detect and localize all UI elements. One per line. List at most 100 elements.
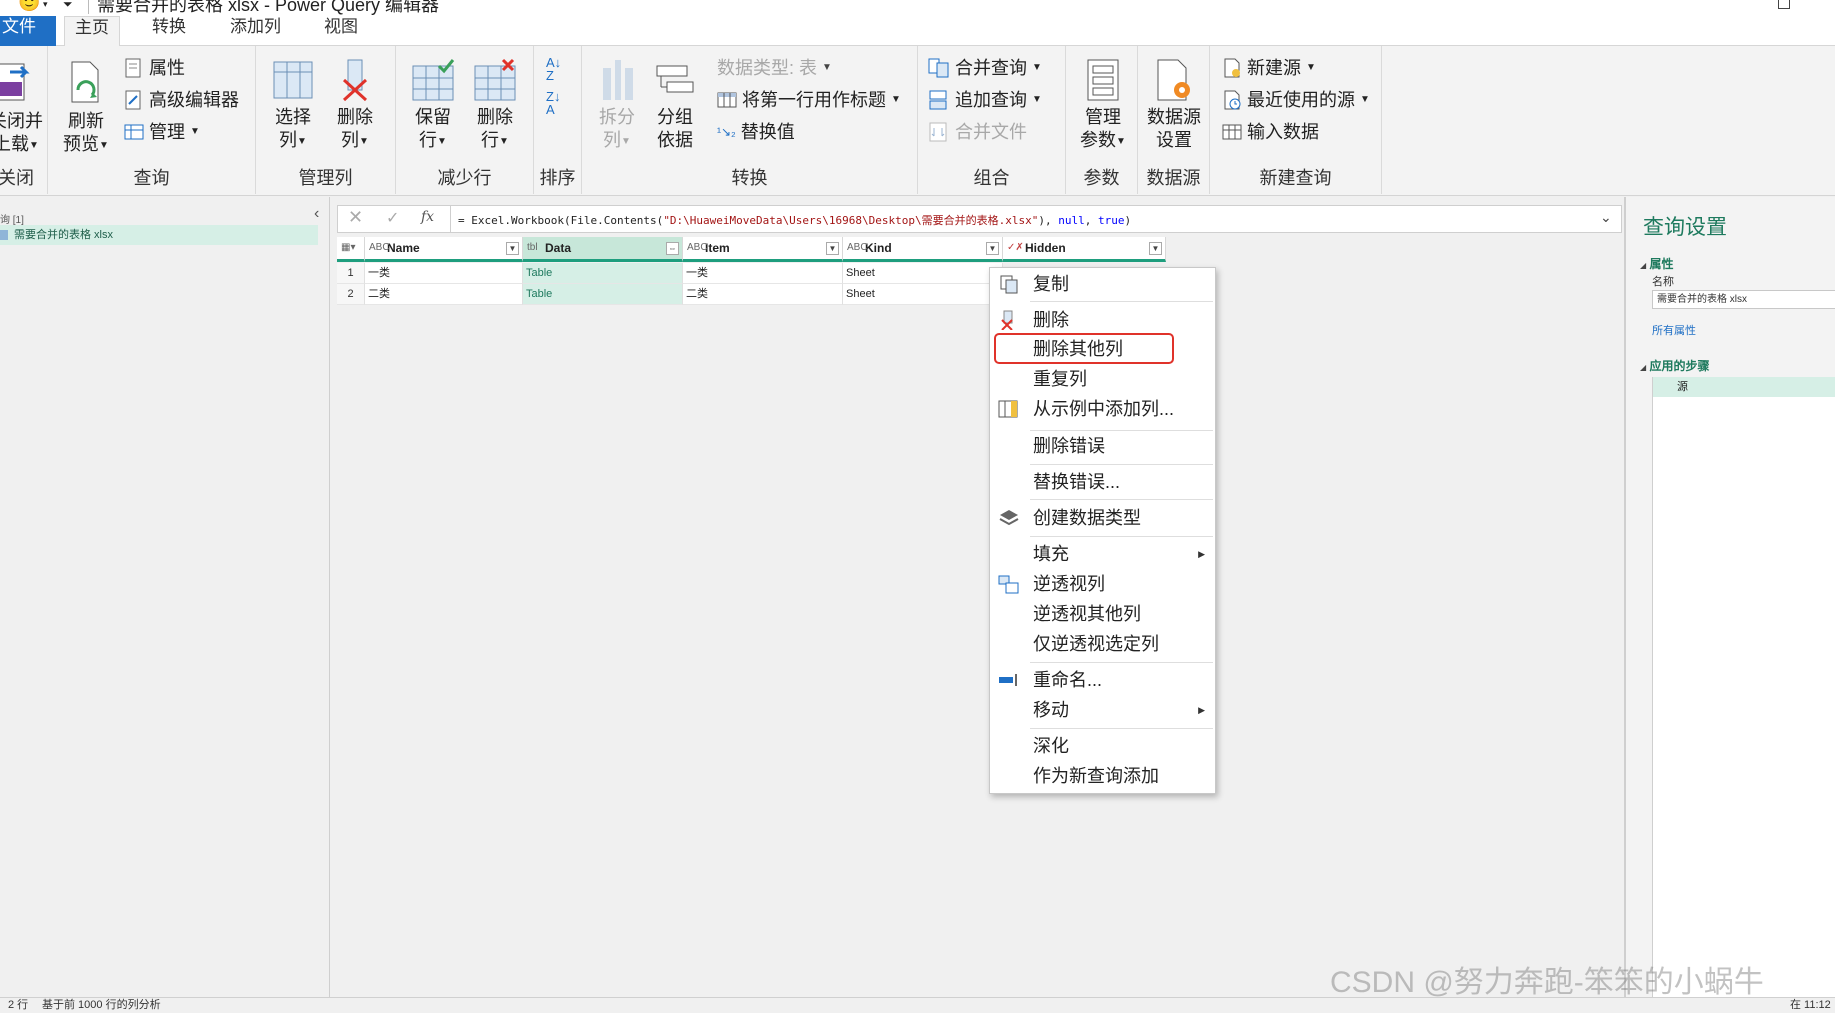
menu-item-unpivot-columns[interactable]: 逆透视列 <box>990 570 1215 598</box>
tab-file[interactable]: 文件 <box>0 16 56 46</box>
table-header-icon <box>717 92 737 108</box>
chevron-down-icon: ▼ <box>99 139 109 151</box>
table-corner-button[interactable]: ▦▾ <box>337 237 365 262</box>
append-queries-button[interactable]: 追加查询 ▼ <box>928 88 1042 112</box>
filter-dropdown-icon[interactable]: ▼ <box>826 242 839 255</box>
merge-queries-icon <box>928 58 949 78</box>
column-header-name[interactable]: ABC Name ▼ <box>365 237 523 262</box>
menu-item-remove[interactable]: 删除 <box>990 306 1215 334</box>
query-name-input[interactable]: 需要合并的表格 xlsx <box>1652 290 1835 309</box>
column-header-hidden[interactable]: ✓✗ Hidden ▼ <box>1003 237 1166 262</box>
properties-section[interactable]: ◢ 属性 <box>1640 255 1674 272</box>
close-and-load-button[interactable]: 关闭并 上载▼ <box>0 58 46 157</box>
cell-name[interactable]: 一类 <box>365 263 523 284</box>
confirm-formula-icon[interactable]: ✓ <box>386 208 399 228</box>
cell-item[interactable]: 二类 <box>683 284 843 305</box>
menu-item-move[interactable]: 移动 ▶ <box>990 696 1215 724</box>
chevron-down-icon: ▼ <box>1032 94 1042 105</box>
tab-view[interactable]: 视图 <box>314 16 368 46</box>
recent-sources-button[interactable]: 最近使用的源 ▼ <box>1222 88 1370 112</box>
menu-separator <box>1030 430 1213 431</box>
tab-transform[interactable]: 转换 <box>142 16 196 46</box>
menu-item-add-as-new-query[interactable]: 作为新查询添加 <box>990 762 1215 790</box>
menu-item-rename[interactable]: 重命名... <box>990 666 1215 694</box>
all-properties-link[interactable]: 所有属性 <box>1652 322 1696 338</box>
cell-data[interactable]: Table <box>523 263 683 284</box>
menu-item-remove-errors[interactable]: 删除错误 <box>990 432 1215 460</box>
data-source-settings-button[interactable]: 数据源 设置 <box>1144 58 1204 152</box>
quick-access-dropdown-icon[interactable]: ⏷ <box>63 0 73 12</box>
refresh-preview-button[interactable]: 刷新 预览▼ <box>58 58 114 157</box>
properties-button[interactable]: 属性 <box>124 56 185 80</box>
restore-window-icon[interactable] <box>1778 0 1790 9</box>
group-label-manage-columns: 管理列 <box>298 168 353 188</box>
cell-data[interactable]: Table <box>523 284 683 305</box>
sort-ascending-button[interactable]: A↓ Z <box>546 56 561 82</box>
function-icon[interactable]: fx <box>421 209 434 225</box>
tab-home[interactable]: 主页 <box>64 16 120 47</box>
name-label: 名称 <box>1652 276 1674 288</box>
expand-column-icon[interactable]: ⇔ <box>666 242 679 255</box>
filter-dropdown-icon[interactable]: ▼ <box>506 242 519 255</box>
menu-item-copy[interactable]: 复制 <box>990 270 1215 298</box>
applied-step-item[interactable]: 源 <box>1653 377 1835 397</box>
remove-columns-button[interactable]: 删除 列▼ <box>326 58 384 153</box>
menu-item-unpivot-selected-columns[interactable]: 仅逆透视选定列 <box>990 630 1215 658</box>
query-item[interactable]: 需要合并的表格 xlsx <box>0 225 318 245</box>
new-source-button[interactable]: 新建源 ▼ <box>1222 56 1316 80</box>
data-type-dropdown[interactable]: 数据类型: 表 ▼ <box>717 56 832 80</box>
column-header-kind[interactable]: ABC Kind ▼ <box>843 237 1003 262</box>
manage-parameters-button[interactable]: 管理 参数▼ <box>1074 58 1132 153</box>
remove-rows-button[interactable]: 删除 行▼ <box>466 58 524 153</box>
row-number[interactable]: 2 <box>337 284 365 305</box>
chevron-down-icon: ▼ <box>437 135 447 147</box>
group-reduce-rows: 保留 行▼ 删除 行▼ 减少行 <box>396 46 534 194</box>
menu-item-fill[interactable]: 填充 ▶ <box>990 540 1215 568</box>
keep-rows-button[interactable]: 保留 行▼ <box>404 58 462 153</box>
column-header-item[interactable]: ABC Item ▼ <box>683 237 843 262</box>
menu-item-duplicate-column[interactable]: 重复列 <box>990 365 1215 393</box>
filter-dropdown-icon[interactable]: ▼ <box>986 242 999 255</box>
cell-name[interactable]: 二类 <box>365 284 523 305</box>
cell-kind[interactable]: Sheet <box>843 284 1003 305</box>
cell-item[interactable]: 一类 <box>683 263 843 284</box>
split-column-icon <box>603 60 633 100</box>
sort-ascending-icon: A↓ Z <box>546 55 562 83</box>
split-column-button[interactable]: 拆分 列▼ <box>590 58 644 153</box>
group-data-source: 数据源 设置 数据源 <box>1138 46 1210 194</box>
menu-item-replace-errors[interactable]: 替换错误... <box>990 468 1215 496</box>
window-title: 需要合并的表格 xlsx - Power Query 编辑器 <box>97 0 440 15</box>
enter-data-button[interactable]: 输入数据 <box>1222 120 1319 144</box>
tab-add-column[interactable]: 添加列 <box>220 16 291 46</box>
formula-input[interactable]: = Excel.Workbook(File.Contents("D:\Huawe… <box>458 212 1131 228</box>
menu-item-unpivot-other-columns[interactable]: 逆透视其他列 <box>990 600 1215 628</box>
group-by-icon <box>656 65 694 93</box>
advanced-editor-icon <box>125 90 141 110</box>
expand-formula-icon[interactable]: ⌄ <box>1600 209 1612 226</box>
queries-pane: 询 [1] ‹ 需要合并的表格 xlsx <box>0 197 330 997</box>
collapse-pane-icon[interactable]: ‹ <box>314 205 319 223</box>
menu-item-drill-down[interactable]: 深化 <box>990 732 1215 760</box>
sort-descending-button[interactable]: Z↓ A <box>546 90 560 116</box>
smiley-face-icon[interactable]: 🙂 <box>18 0 40 11</box>
replace-values-icon: ¹↘₂ <box>717 125 736 139</box>
group-label-combine: 组合 <box>973 168 1010 188</box>
group-by-button[interactable]: 分组 依据 <box>648 58 702 152</box>
merge-queries-button[interactable]: 合并查询 ▼ <box>928 56 1042 80</box>
choose-columns-button[interactable]: 选择 列▼ <box>264 58 322 153</box>
combine-files-button[interactable]: 合并文件 <box>928 120 1027 144</box>
use-first-row-as-headers-button[interactable]: 将第一行用作标题 ▼ <box>717 88 901 112</box>
cancel-formula-icon[interactable]: ✕ <box>348 207 363 228</box>
manage-button[interactable]: 管理 ▼ <box>124 120 200 144</box>
filter-dropdown-icon[interactable]: ▼ <box>1149 242 1162 255</box>
applied-steps-section[interactable]: ◢ 应用的步骤 <box>1640 357 1710 374</box>
menu-separator <box>1030 301 1213 302</box>
advanced-editor-button[interactable]: 高级编辑器 <box>124 88 239 112</box>
chevron-down-icon[interactable]: ▾ <box>43 0 48 12</box>
row-number[interactable]: 1 <box>337 263 365 284</box>
menu-item-create-data-type[interactable]: 创建数据类型 <box>990 504 1215 532</box>
column-header-data[interactable]: tbl Data ⇔ <box>523 237 683 262</box>
menu-item-add-column-from-examples[interactable]: 从示例中添加列... <box>990 395 1215 423</box>
replace-values-button[interactable]: ¹↘₂ 替换值 <box>717 120 795 144</box>
cell-kind[interactable]: Sheet <box>843 263 1003 284</box>
